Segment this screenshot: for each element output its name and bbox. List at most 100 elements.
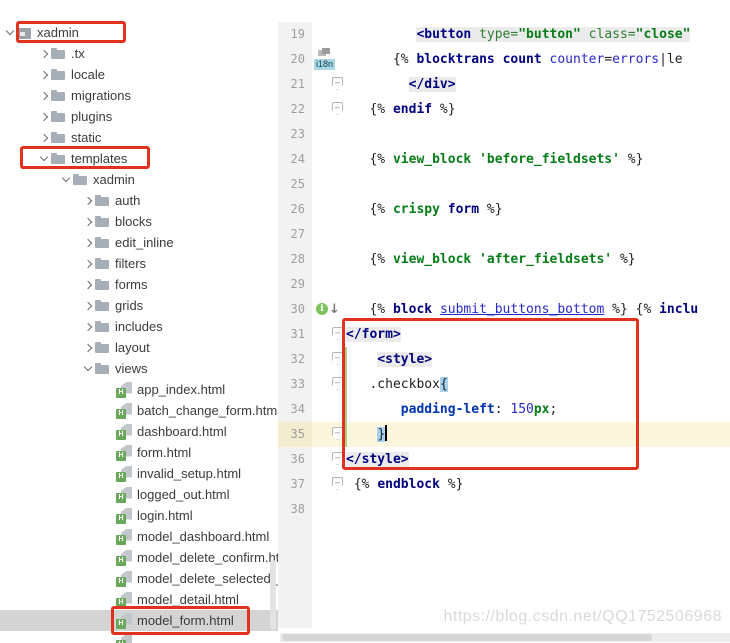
tree-item-partial[interactable] xyxy=(0,631,278,643)
tree-item-model-detail-html[interactable]: model_detail.html xyxy=(0,589,278,610)
tree-item-xadmin[interactable]: xadmin xyxy=(0,169,278,190)
editor-horizontal-scrollbar[interactable] xyxy=(280,633,730,642)
html-file-icon xyxy=(116,445,133,461)
code-line-27[interactable]: 27 xyxy=(278,222,730,247)
code-line-34[interactable]: 34 padding-left: 150px; xyxy=(278,397,730,422)
tree-item-label: forms xyxy=(115,277,148,292)
code-line-23[interactable]: 23 xyxy=(278,122,730,147)
implemented-marker-icon[interactable]: i xyxy=(316,303,328,315)
code-line-38[interactable]: 38 xyxy=(278,497,730,522)
chevron-right-icon[interactable] xyxy=(82,342,94,354)
code-token xyxy=(471,27,480,42)
tree-vertical-scrollbar-thumb[interactable] xyxy=(270,560,276,630)
code-token: %} xyxy=(619,152,644,167)
tree-item-logged-out-html[interactable]: logged_out.html xyxy=(0,484,278,505)
tree-item-xadmin[interactable]: xadmin xyxy=(0,22,278,43)
chevron-down-icon[interactable] xyxy=(4,27,16,39)
tree-item-static[interactable]: static xyxy=(0,127,278,148)
code-token: </style> xyxy=(346,452,409,467)
gutter-cell: i18n xyxy=(312,47,346,72)
tree-item-model-form-html[interactable]: model_form.html xyxy=(0,610,278,631)
fold-marker-icon[interactable]: – xyxy=(332,327,343,340)
gutter-cell: – xyxy=(312,422,347,447)
code-line-33[interactable]: 33 – .checkbox{ xyxy=(278,372,730,397)
chevron-right-icon[interactable] xyxy=(38,69,50,81)
tree-item-app-index-html[interactable]: app_index.html xyxy=(0,379,278,400)
tree-item-batch-change-form-html[interactable]: batch_change_form.html xyxy=(0,400,278,421)
chevron-right-icon[interactable] xyxy=(82,216,94,228)
fold-marker-icon[interactable]: – xyxy=(332,427,343,440)
chevron-down-icon[interactable] xyxy=(82,363,94,375)
html-file-icon xyxy=(116,550,133,566)
code-editor[interactable]: 19 <button type="button" class="close" 20… xyxy=(278,0,730,643)
fold-marker-icon[interactable]: – xyxy=(332,377,343,390)
folder-icon xyxy=(50,109,67,125)
code-line-22[interactable]: 22 – {% endif %} xyxy=(278,97,730,122)
editor-horizontal-scrollbar-thumb[interactable] xyxy=(282,634,652,641)
project-tree-panel[interactable]: xadmin .tx locale migrations plugins static te… xyxy=(0,0,278,643)
code-token: {% xyxy=(369,252,393,267)
fold-marker-icon[interactable]: – xyxy=(332,477,343,490)
chevron-right-icon[interactable] xyxy=(82,258,94,270)
code-line-21[interactable]: 21 – </div> xyxy=(278,72,730,97)
tree-item-forms[interactable]: forms xyxy=(0,274,278,295)
navigate-down-arrow-icon[interactable]: ↓ xyxy=(329,300,340,319)
code-line-text: {% view_block 'before_fieldsets' %} xyxy=(346,147,730,172)
code-line-26[interactable]: 26 {% crispy form %} xyxy=(278,197,730,222)
fold-marker-icon[interactable]: – xyxy=(332,77,343,90)
code-line-29[interactable]: 29 xyxy=(278,272,730,297)
tree-item-locale[interactable]: locale xyxy=(0,64,278,85)
code-line-19[interactable]: 19 <button type="button" class="close" xyxy=(278,22,730,47)
tree-item-filters[interactable]: filters xyxy=(0,253,278,274)
tree-item-form-html[interactable]: form.html xyxy=(0,442,278,463)
chevron-right-icon[interactable] xyxy=(38,48,50,60)
code-line-text: {% view_block 'after_fieldsets' %} xyxy=(346,247,730,272)
fold-marker-icon[interactable]: – xyxy=(332,102,343,115)
chevron-down-icon[interactable] xyxy=(60,174,72,186)
tree-item-migrations[interactable]: migrations xyxy=(0,85,278,106)
chevron-right-icon[interactable] xyxy=(38,132,50,144)
code-line-25[interactable]: 25 xyxy=(278,172,730,197)
code-line-37[interactable]: 37 – {% endblock %} xyxy=(278,472,730,497)
tree-item-model-delete-confirm-ht[interactable]: model_delete_confirm.ht xyxy=(0,547,278,568)
chevron-right-icon[interactable] xyxy=(82,279,94,291)
code-line-36[interactable]: 36 – </style> xyxy=(278,447,730,472)
chevron-placeholder xyxy=(104,573,116,585)
tree-item-invalid-setup-html[interactable]: invalid_setup.html xyxy=(0,463,278,484)
line-number: 23 xyxy=(278,122,312,147)
code-token: submit_buttons_bottom xyxy=(439,302,605,317)
folder-icon xyxy=(50,46,67,62)
code-line-24[interactable]: 24 {% view_block 'before_fieldsets' %} xyxy=(278,147,730,172)
tree-item-label: migrations xyxy=(71,88,131,103)
code-line-32[interactable]: 32 – <style> xyxy=(278,347,730,372)
chevron-right-icon[interactable] xyxy=(82,237,94,249)
code-line-30[interactable]: 30 i ↓ {% block submit_buttons_bottom %} {… xyxy=(278,297,730,322)
code-line-35[interactable]: 35 – } xyxy=(278,422,730,447)
chevron-right-icon[interactable] xyxy=(38,111,50,123)
tree-item-plugins[interactable]: plugins xyxy=(0,106,278,127)
code-line-31[interactable]: 31 – </form> xyxy=(278,322,730,347)
fold-marker-icon[interactable]: – xyxy=(332,452,343,465)
chevron-right-icon[interactable] xyxy=(82,321,94,333)
code-line-28[interactable]: 28 {% view_block 'after_fieldsets' %} xyxy=(278,247,730,272)
tree-item-templates[interactable]: templates xyxy=(0,148,278,169)
chevron-down-icon[interactable] xyxy=(38,153,50,165)
tree-item-login-html[interactable]: login.html xyxy=(0,505,278,526)
tree-item-edit-inline[interactable]: edit_inline xyxy=(0,232,278,253)
tree-item--tx[interactable]: .tx xyxy=(0,43,278,64)
code-line-20[interactable]: 20 i18n {% blocktrans count counter=error… xyxy=(278,47,730,72)
tree-item-dashboard-html[interactable]: dashboard.html xyxy=(0,421,278,442)
tree-item-model-dashboard-html[interactable]: model_dashboard.html xyxy=(0,526,278,547)
tree-item-model-delete-selected-c[interactable]: model_delete_selected_c xyxy=(0,568,278,589)
tree-item-auth[interactable]: auth xyxy=(0,190,278,211)
chevron-right-icon[interactable] xyxy=(82,195,94,207)
chevron-right-icon[interactable] xyxy=(38,90,50,102)
fold-marker-icon[interactable]: – xyxy=(332,352,343,365)
tree-item-views[interactable]: views xyxy=(0,358,278,379)
tree-item-includes[interactable]: includes xyxy=(0,316,278,337)
tree-item-blocks[interactable]: blocks xyxy=(0,211,278,232)
code-token: <button xyxy=(416,27,472,42)
chevron-right-icon[interactable] xyxy=(82,300,94,312)
tree-item-grids[interactable]: grids xyxy=(0,295,278,316)
tree-item-layout[interactable]: layout xyxy=(0,337,278,358)
